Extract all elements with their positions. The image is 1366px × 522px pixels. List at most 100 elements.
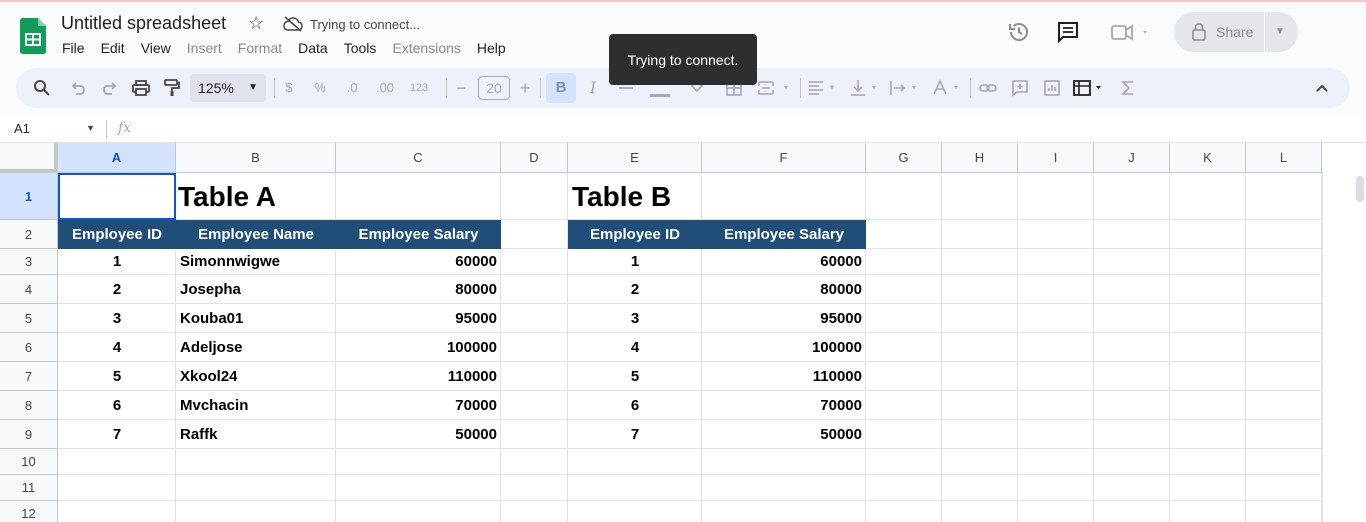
table-a-id-cell[interactable]: 4 <box>58 333 176 362</box>
search-menus-icon[interactable] <box>32 78 52 98</box>
menu-file[interactable]: File <box>62 40 85 56</box>
table-a-name-cell[interactable]: Josepha <box>176 275 336 304</box>
table-a-header-name[interactable]: Employee Name <box>176 220 336 249</box>
table-b-header-salary[interactable]: Employee Salary <box>702 220 866 249</box>
column-header-b[interactable]: B <box>176 143 336 173</box>
column-header-i[interactable]: I <box>1018 143 1094 173</box>
spreadsheet-grid[interactable]: A B C D E F G H I J K L 1 2 3 4 5 6 7 8 9 10 11 12 Table A Table… <box>0 143 1366 522</box>
column-header-c[interactable]: C <box>336 143 501 173</box>
table-b-id-cell[interactable]: 7 <box>568 420 702 449</box>
row-header-2[interactable]: 2 <box>0 220 58 249</box>
row-header-11[interactable]: 11 <box>0 475 58 501</box>
row-header-12[interactable]: 12 <box>0 501 58 522</box>
table-a-salary-cell[interactable]: 80000 <box>336 275 501 304</box>
column-header-g[interactable]: G <box>866 143 942 173</box>
row-header-7[interactable]: 7 <box>0 362 58 391</box>
row-header-8[interactable]: 8 <box>0 391 58 420</box>
name-box[interactable]: A1 <box>14 121 30 136</box>
table-a-header-salary[interactable]: Employee Salary <box>336 220 501 249</box>
zoom-select[interactable]: 125% ▼ <box>190 74 266 102</box>
vertical-scrollbar-thumb[interactable] <box>1356 176 1364 202</box>
table-a-name-cell[interactable]: Mvchacin <box>176 391 336 420</box>
active-cell-a1[interactable] <box>58 173 176 220</box>
name-box-dropdown-icon[interactable]: ▼ <box>86 123 95 133</box>
menu-format[interactable]: Format <box>238 40 282 56</box>
menu-extensions[interactable]: Extensions <box>392 40 460 56</box>
redo-icon[interactable] <box>100 78 120 98</box>
row-header-4[interactable]: 4 <box>0 275 58 304</box>
column-header-j[interactable]: J <box>1094 143 1170 173</box>
increase-decimal-button[interactable]: .00 <box>372 78 398 98</box>
menu-insert[interactable]: Insert <box>187 40 222 56</box>
insert-comment-icon[interactable] <box>1010 78 1030 98</box>
table-a-name-cell[interactable]: Adeljose <box>176 333 336 362</box>
table-b-id-cell[interactable]: 1 <box>568 249 702 275</box>
table-a-name-cell[interactable]: Raffk <box>176 420 336 449</box>
insert-link-icon[interactable] <box>978 78 998 98</box>
table-b-salary-cell[interactable]: 80000 <box>702 275 866 304</box>
table-b-id-cell[interactable]: 4 <box>568 333 702 362</box>
table-a-id-cell[interactable]: 3 <box>58 304 176 333</box>
table-b-id-cell[interactable]: 2 <box>568 275 702 304</box>
table-a-header-id[interactable]: Employee ID <box>58 220 176 249</box>
insert-chart-icon[interactable] <box>1042 78 1062 98</box>
column-header-k[interactable]: K <box>1170 143 1246 173</box>
percent-format-button[interactable]: % <box>311 78 329 98</box>
row-header-1[interactable]: 1 <box>0 173 58 220</box>
table-b-salary-cell[interactable]: 50000 <box>702 420 866 449</box>
menu-help[interactable]: Help <box>477 40 506 56</box>
share-dropdown-icon[interactable]: ▼ <box>1275 26 1285 37</box>
column-header-e[interactable]: E <box>568 143 702 173</box>
table-a-id-cell[interactable]: 2 <box>58 275 176 304</box>
text-rotation-icon[interactable] <box>930 78 964 98</box>
vertical-scrollbar-track[interactable] <box>1322 173 1366 522</box>
table-a-id-cell[interactable]: 5 <box>58 362 176 391</box>
functions-sum-icon[interactable] <box>1118 78 1138 98</box>
increase-font-size-button[interactable]: + <box>516 78 534 98</box>
menu-edit[interactable]: Edit <box>101 40 125 56</box>
create-filter-icon[interactable] <box>1072 78 1108 98</box>
row-header-10[interactable]: 10 <box>0 449 58 475</box>
table-a-salary-cell[interactable]: 50000 <box>336 420 501 449</box>
row-header-3[interactable]: 3 <box>0 249 58 275</box>
select-all-corner[interactable] <box>0 143 58 173</box>
table-a-salary-cell[interactable]: 70000 <box>336 391 501 420</box>
star-icon[interactable]: ☆ <box>248 13 264 34</box>
cloud-offline-icon[interactable] <box>283 16 303 32</box>
table-a-salary-cell[interactable]: 95000 <box>336 304 501 333</box>
vertical-align-icon[interactable] <box>848 78 882 98</box>
decrease-decimal-button[interactable]: .0 <box>341 78 363 98</box>
table-a-id-cell[interactable]: 7 <box>58 420 176 449</box>
table-b-id-cell[interactable]: 3 <box>568 304 702 333</box>
table-a-id-cell[interactable]: 1 <box>58 249 176 275</box>
table-a-name-cell[interactable]: Simonnwigwe <box>176 249 336 275</box>
table-a-name-cell[interactable]: Xkool24 <box>176 362 336 391</box>
table-b-title[interactable]: Table B <box>572 181 671 213</box>
version-history-icon[interactable] <box>1007 20 1031 44</box>
comments-icon[interactable] <box>1056 20 1080 44</box>
document-title[interactable]: Untitled spreadsheet <box>61 13 226 34</box>
column-header-d[interactable]: D <box>501 143 568 173</box>
table-b-id-cell[interactable]: 6 <box>568 391 702 420</box>
column-header-a[interactable]: A <box>58 143 176 173</box>
table-a-salary-cell[interactable]: 110000 <box>336 362 501 391</box>
table-a-id-cell[interactable]: 6 <box>58 391 176 420</box>
more-formats-button[interactable]: 123 <box>406 78 432 98</box>
table-b-id-cell[interactable]: 5 <box>568 362 702 391</box>
undo-icon[interactable] <box>68 78 88 98</box>
collapse-menus-icon[interactable] <box>1312 78 1332 98</box>
row-header-5[interactable]: 5 <box>0 304 58 333</box>
bold-button[interactable]: B <box>546 73 576 103</box>
row-header-9[interactable]: 9 <box>0 420 58 449</box>
menu-tools[interactable]: Tools <box>344 40 377 56</box>
meet-video-icon[interactable] <box>1110 20 1154 44</box>
text-wrapping-icon[interactable] <box>888 78 922 98</box>
merge-cells-icon[interactable] <box>756 78 794 98</box>
table-a-salary-cell[interactable]: 60000 <box>336 249 501 275</box>
row-header-6[interactable]: 6 <box>0 333 58 362</box>
font-size-input[interactable]: 20 <box>478 76 510 100</box>
table-b-salary-cell[interactable]: 70000 <box>702 391 866 420</box>
column-header-h[interactable]: H <box>942 143 1018 173</box>
menu-view[interactable]: View <box>141 40 171 56</box>
horizontal-align-icon[interactable] <box>806 78 840 98</box>
